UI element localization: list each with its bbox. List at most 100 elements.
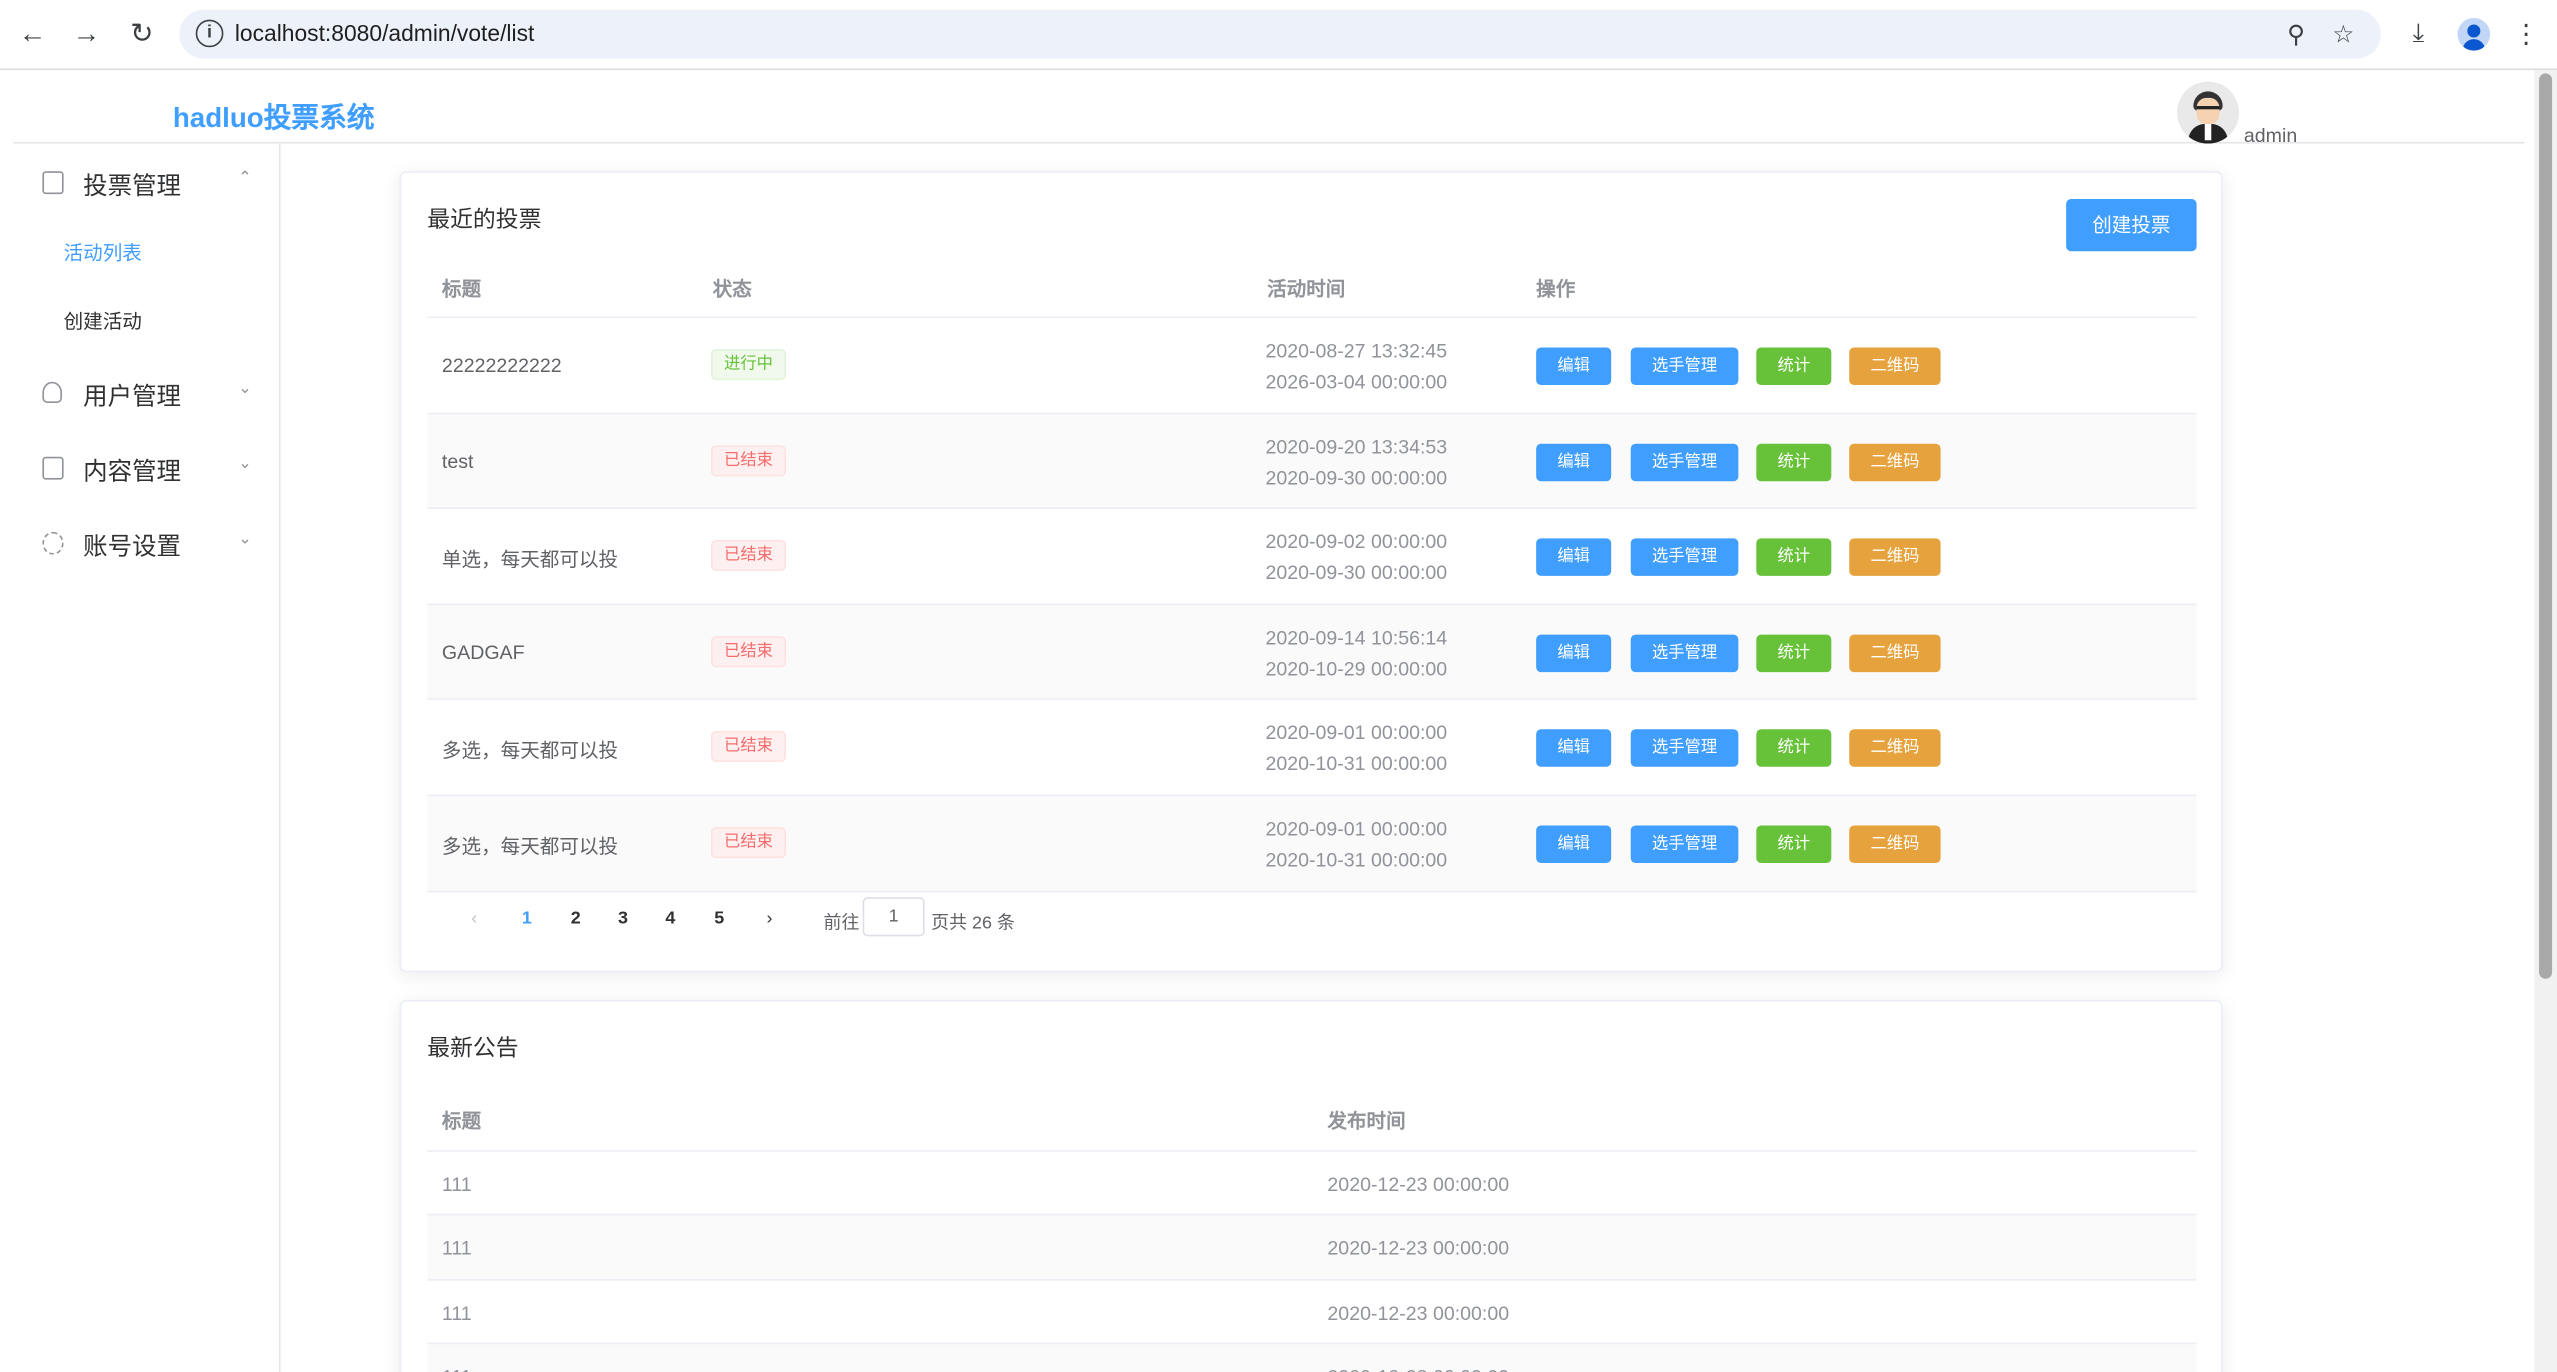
qrcode-button[interactable]: 二维码 bbox=[1849, 538, 1941, 577]
end-time: 2020-09-30 00:00:00 bbox=[1265, 561, 1448, 585]
edit-button[interactable]: 编辑 bbox=[1536, 538, 1612, 577]
table-row: 111 2020-12-23 00:00:00 bbox=[427, 1342, 2197, 1372]
chevron-down-icon: ⌄ bbox=[238, 455, 252, 474]
user-icon bbox=[42, 381, 62, 403]
player-management-button[interactable]: 选手管理 bbox=[1630, 347, 1739, 386]
table-row: GADGAF 已结束 2020-09-14 10:56:14 2020-10-29 0… bbox=[427, 603, 2197, 700]
gear-icon bbox=[42, 531, 64, 555]
table-row: 22222222222 进行中 2020-08-27 13:32:45 2026-03… bbox=[427, 316, 2197, 412]
sidebar-subitem-label: 创建活动 bbox=[63, 309, 142, 333]
edit-button[interactable]: 编辑 bbox=[1536, 634, 1612, 672]
page-3[interactable]: 3 bbox=[618, 909, 628, 929]
table-row: 多选，每天都可以投 已结束 2020-09-01 00:00:00 2020-10-3… bbox=[427, 794, 2197, 891]
edit-button[interactable]: 编辑 bbox=[1536, 347, 1612, 386]
sidebar-subitem-label: 活动列表 bbox=[63, 241, 142, 265]
sidebar-item-vote-management[interactable]: 投票管理 ⌃ bbox=[13, 145, 279, 220]
notice-time: 2020-12-23 00:00:00 bbox=[1327, 1172, 1510, 1196]
sidebar-item-label: 投票管理 bbox=[83, 172, 182, 201]
qrcode-button[interactable]: 二维码 bbox=[1849, 634, 1941, 672]
download-icon[interactable]: ⤓ bbox=[2400, 16, 2436, 52]
prev-page-icon[interactable]: ‹ bbox=[471, 909, 477, 929]
scrollbar-thumb[interactable] bbox=[2539, 73, 2553, 979]
end-time: 2026-03-04 00:00:00 bbox=[1265, 370, 1448, 394]
edit-button[interactable]: 编辑 bbox=[1536, 729, 1612, 768]
stats-button[interactable]: 统计 bbox=[1756, 538, 1832, 577]
pagination: ‹ 1 2 3 4 5 › 前往 1 页共 26 条 bbox=[401, 896, 2224, 945]
app-header: hadluo投票系统 admin bbox=[13, 72, 2525, 147]
page-4[interactable]: 4 bbox=[665, 909, 675, 929]
end-time: 2020-09-30 00:00:00 bbox=[1265, 465, 1448, 489]
brand-title[interactable]: hadluo投票系统 bbox=[173, 95, 375, 136]
sidebar-subitem-create-activity[interactable]: 创建活动 bbox=[13, 287, 279, 352]
goto-page-input[interactable]: 1 bbox=[862, 897, 925, 937]
address-url[interactable]: localhost:8080/admin/vote/list bbox=[235, 20, 535, 46]
end-time: 2020-10-31 00:00:00 bbox=[1265, 848, 1448, 872]
table-row: 多选，每天都可以投 已结束 2020-09-01 00:00:00 2020-10-3… bbox=[427, 698, 2197, 795]
latest-notices-card: 最新公告 标题 发布时间 111 2020-12-23 00:00:00 111 20… bbox=[399, 1000, 2223, 1372]
edit-button[interactable]: 编辑 bbox=[1536, 825, 1612, 864]
table-row: 111 2020-12-23 00:00:00 bbox=[427, 1214, 2197, 1280]
address-bar[interactable]: i localhost:8080/admin/vote/list ⚲ ☆ bbox=[179, 9, 2381, 59]
player-management-button[interactable]: 选手管理 bbox=[1630, 729, 1739, 768]
create-vote-button[interactable]: 创建投票 bbox=[2066, 199, 2197, 252]
table-row: 单选，每天都可以投 已结束 2020-09-02 00:00:00 2020-09-3… bbox=[427, 507, 2197, 604]
start-time: 2020-09-01 00:00:00 bbox=[1265, 721, 1448, 745]
stats-button[interactable]: 统计 bbox=[1756, 729, 1832, 768]
column-header-title: 标题 bbox=[441, 277, 482, 301]
qrcode-button[interactable]: 二维码 bbox=[1849, 347, 1941, 386]
sidebar-subitem-activity-list[interactable]: 活动列表 bbox=[13, 219, 279, 284]
back-icon[interactable]: ← bbox=[15, 16, 51, 52]
menu-icon[interactable]: ⋮ bbox=[2508, 16, 2544, 52]
qrcode-button[interactable]: 二维码 bbox=[1849, 825, 1941, 864]
table-row: 111 2020-12-23 00:00:00 bbox=[427, 1150, 2197, 1215]
start-time: 2020-09-02 00:00:00 bbox=[1265, 530, 1448, 554]
vote-title: test bbox=[441, 449, 474, 473]
notice-title: 111 bbox=[441, 1301, 472, 1325]
qrcode-button[interactable]: 二维码 bbox=[1849, 443, 1941, 481]
table-row: 111 2020-12-23 00:00:00 bbox=[427, 1278, 2197, 1343]
sidebar: 投票管理 ⌃ 活动列表 创建活动 用户管理 ⌄ 内容管理 ⌄ 账号设置 ⌄ bbox=[13, 143, 281, 1372]
column-header-time: 活动时间 bbox=[1267, 277, 1346, 301]
start-time: 2020-09-14 10:56:14 bbox=[1265, 626, 1448, 649]
info-icon[interactable]: i bbox=[195, 19, 224, 48]
notice-time: 2020-12-23 00:00:00 bbox=[1327, 1301, 1510, 1325]
page-1[interactable]: 1 bbox=[522, 909, 532, 929]
stats-button[interactable]: 统计 bbox=[1756, 634, 1832, 672]
edit-button[interactable]: 编辑 bbox=[1536, 443, 1612, 481]
player-management-button[interactable]: 选手管理 bbox=[1630, 634, 1739, 672]
reload-icon[interactable]: ↻ bbox=[124, 16, 160, 52]
avatar[interactable] bbox=[2177, 81, 2240, 144]
chevron-up-icon: ⌃ bbox=[238, 169, 252, 188]
status-badge: 已结束 bbox=[711, 540, 787, 572]
page-5[interactable]: 5 bbox=[714, 909, 724, 929]
notice-title: 111 bbox=[441, 1172, 472, 1196]
sidebar-item-label: 用户管理 bbox=[83, 383, 182, 412]
browser-toolbar: ← → ↻ i localhost:8080/admin/vote/list ⚲… bbox=[0, 0, 2557, 71]
card-title: 最近的投票 bbox=[427, 205, 542, 232]
sidebar-item-user-management[interactable]: 用户管理 ⌄ bbox=[13, 356, 279, 431]
player-management-button[interactable]: 选手管理 bbox=[1630, 825, 1739, 864]
player-management-button[interactable]: 选手管理 bbox=[1630, 538, 1739, 577]
notice-title: 111 bbox=[441, 1237, 472, 1260]
username[interactable]: admin bbox=[2244, 124, 2297, 147]
document-icon bbox=[42, 456, 64, 480]
player-management-button[interactable]: 选手管理 bbox=[1630, 443, 1739, 481]
stats-button[interactable]: 统计 bbox=[1756, 443, 1832, 481]
stats-button[interactable]: 统计 bbox=[1756, 347, 1832, 386]
screen: ← → ↻ i localhost:8080/admin/vote/list ⚲… bbox=[0, 0, 2557, 1372]
start-time: 2020-09-20 13:34:53 bbox=[1265, 434, 1448, 458]
sidebar-item-content-management[interactable]: 内容管理 ⌄ bbox=[13, 431, 279, 506]
page-scrollbar[interactable] bbox=[2534, 70, 2557, 1372]
star-icon[interactable]: ☆ bbox=[2325, 16, 2361, 52]
profile-icon[interactable] bbox=[2457, 17, 2491, 51]
next-page-icon[interactable]: › bbox=[766, 909, 772, 929]
forward-icon[interactable]: → bbox=[68, 16, 104, 52]
vote-title: 多选，每天都可以投 bbox=[441, 739, 619, 763]
goto-label: 前往 bbox=[823, 913, 860, 934]
page-2[interactable]: 2 bbox=[571, 909, 581, 929]
sidebar-item-account-settings[interactable]: 账号设置 ⌄ bbox=[13, 506, 279, 581]
zoom-icon[interactable]: ⚲ bbox=[2278, 16, 2314, 52]
stats-button[interactable]: 统计 bbox=[1756, 825, 1832, 864]
viewport: ← → ↻ i localhost:8080/admin/vote/list ⚲… bbox=[0, 0, 2557, 1372]
qrcode-button[interactable]: 二维码 bbox=[1849, 729, 1941, 768]
